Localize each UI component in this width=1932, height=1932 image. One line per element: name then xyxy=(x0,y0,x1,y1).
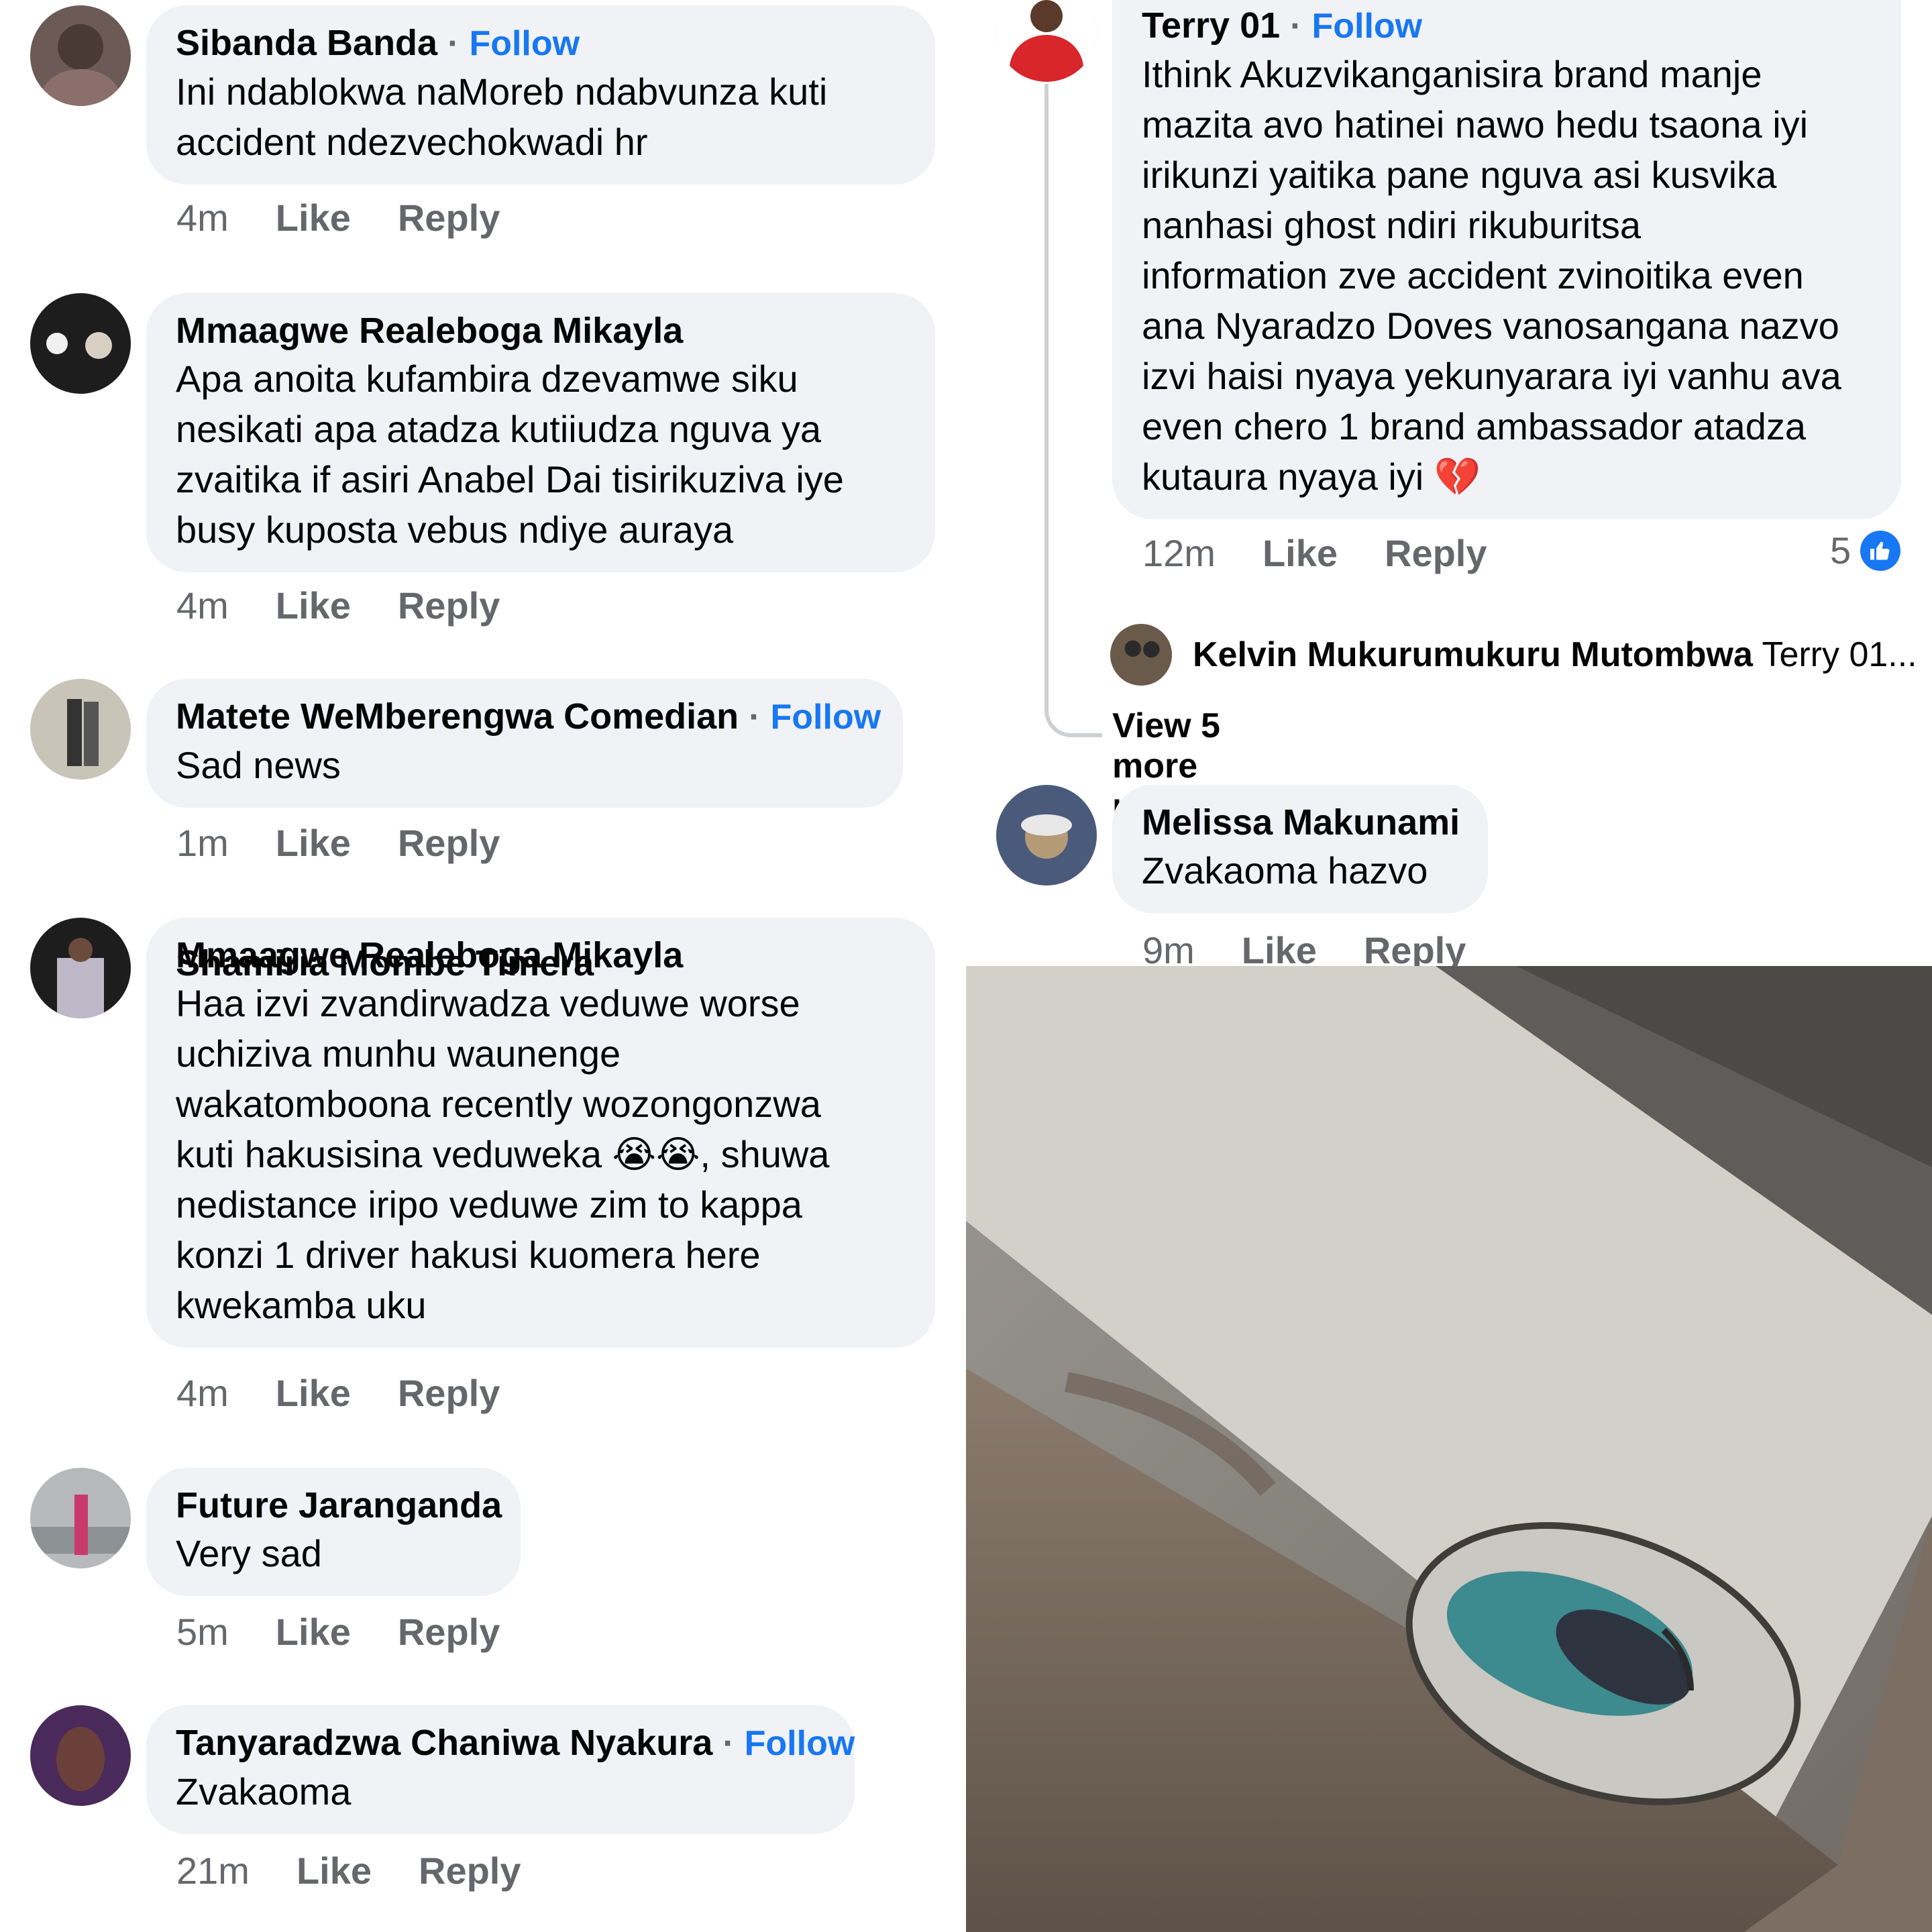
reply-button[interactable]: Reply xyxy=(398,584,500,627)
comment-actions: 4m Like Reply xyxy=(176,196,547,239)
author-name[interactable]: Tanyaradzwa Chaniwa Nyakura xyxy=(176,1723,712,1763)
comment-actions: 5m Like Reply xyxy=(176,1610,547,1654)
comment-text: Apa anoita kufambira dzevamwe siku nesik… xyxy=(176,358,844,551)
comment-text: Sad news xyxy=(176,744,341,786)
avatar[interactable] xyxy=(30,1705,131,1806)
avatar[interactable] xyxy=(30,1468,131,1568)
reply-preview-line: Kelvin Mukurumukuru Mutombwa Terry 01... xyxy=(1193,635,1917,675)
reaction-summary[interactable]: 5 xyxy=(1830,529,1901,572)
comment-actions: 4m Like Reply xyxy=(176,584,547,627)
comment-bubble: Matete WeMberengwa Comedian · Follow Sad… xyxy=(146,679,903,808)
comment-text: Ithink Akuzvikanganisira brand manje maz… xyxy=(1142,53,1841,498)
follow-button[interactable]: Follow xyxy=(771,698,881,737)
vehicle-badge-image xyxy=(966,966,1932,1932)
comment-bubble: Terry 01 · Follow Ithink Akuzvikanganisi… xyxy=(1112,0,1901,519)
timestamp[interactable]: 4m xyxy=(176,584,229,627)
reply-author-name[interactable]: Kelvin Mukurumukuru Mutombwa xyxy=(1193,635,1753,674)
avatar[interactable] xyxy=(30,918,131,1018)
separator-dot: · xyxy=(1290,7,1302,46)
timestamp[interactable]: 4m xyxy=(176,197,229,239)
avatar[interactable] xyxy=(996,785,1097,885)
like-button[interactable]: Like xyxy=(276,822,351,864)
like-button[interactable]: Like xyxy=(1242,929,1317,971)
reply-button[interactable]: Reply xyxy=(398,197,500,239)
comment-bubble: Tanyaradzwa Chaniwa Nyakura · Follow Zva… xyxy=(146,1705,855,1834)
comment-text: Haa izvi zvandirwadza veduwe worse uchiz… xyxy=(176,982,830,1326)
comment-text: Zvakaoma xyxy=(176,1770,352,1813)
like-button[interactable]: Like xyxy=(276,1372,351,1414)
author-name[interactable]: Future Jaranganda xyxy=(176,1483,502,1528)
reply-snippet: Terry 01... xyxy=(1762,635,1917,674)
author-name[interactable]: Melissa Makunami xyxy=(1142,800,1460,845)
comment-text: Very sad xyxy=(176,1532,322,1574)
reply-button[interactable]: Reply xyxy=(398,822,500,864)
avatar[interactable] xyxy=(1110,624,1172,686)
avatar[interactable] xyxy=(30,5,131,106)
comment-text: Zvakaoma hazvo xyxy=(1142,849,1428,892)
author-name[interactable]: Mmaagwe Realeboga Mikayla xyxy=(176,308,906,354)
like-thumb-icon xyxy=(1860,530,1901,571)
timestamp[interactable]: 21m xyxy=(176,1849,250,1892)
reply-button[interactable]: Reply xyxy=(419,1849,521,1892)
timestamp[interactable]: 5m xyxy=(176,1611,229,1653)
follow-button[interactable]: Follow xyxy=(745,1724,855,1763)
author-name[interactable]: Terry 01 xyxy=(1142,5,1280,46)
avatar[interactable] xyxy=(30,679,131,780)
like-button[interactable]: Like xyxy=(276,1611,351,1653)
separator-dot: · xyxy=(722,1724,735,1763)
like-button[interactable]: Like xyxy=(297,1849,372,1892)
reaction-count: 5 xyxy=(1830,529,1851,572)
comment-bubble: Sibanda Banda · Follow Ini ndablokwa naM… xyxy=(146,5,935,184)
comment-text: Ini ndablokwa naMoreb ndabvunza kuti acc… xyxy=(176,70,828,163)
comment-bubble: Melissa Makunami Zvakaoma hazvo xyxy=(1112,785,1488,913)
reply-button[interactable]: Reply xyxy=(1364,929,1466,971)
follow-button[interactable]: Follow xyxy=(1312,7,1423,46)
timestamp[interactable]: 9m xyxy=(1142,929,1195,971)
like-button[interactable]: Like xyxy=(1263,532,1338,574)
avatar[interactable] xyxy=(996,0,1097,82)
reply-button[interactable]: Reply xyxy=(398,1611,500,1653)
reply-button[interactable]: Reply xyxy=(1385,532,1487,574)
like-button[interactable]: Like xyxy=(276,584,351,627)
author-name-overlap: Shamiria Mombe Timera xyxy=(176,943,594,983)
follow-button[interactable]: Follow xyxy=(469,24,580,63)
like-button[interactable]: Like xyxy=(276,197,351,239)
avatar[interactable] xyxy=(30,293,131,394)
author-name[interactable]: Matete WeMberengwa Comedian xyxy=(176,696,739,737)
vehicle-badge-photo xyxy=(966,966,1932,1932)
comment-actions: 21m Like Reply xyxy=(176,1849,568,1892)
separator-dot: · xyxy=(749,698,761,737)
comment-bubble: Mmaagwe Realeboga Mikayla Apa anoita kuf… xyxy=(146,293,935,572)
timestamp[interactable]: 12m xyxy=(1142,532,1216,574)
separator-dot: · xyxy=(447,24,460,63)
author-name[interactable]: Sibanda Banda xyxy=(176,23,437,63)
comment-bubble: Future Jaranganda Very sad xyxy=(146,1468,521,1596)
reply-button[interactable]: Reply xyxy=(398,1372,500,1414)
timestamp[interactable]: 4m xyxy=(176,1372,229,1414)
reply-thread-line xyxy=(1044,84,1102,737)
comment-actions: 4m Like Reply xyxy=(176,1371,547,1415)
comment-actions: 1m Like Reply xyxy=(176,821,547,865)
timestamp[interactable]: 1m xyxy=(176,822,229,864)
comment-actions: 12m Like Reply xyxy=(1142,531,1534,575)
comment-bubble: Mmaagwe Realeboga Mikayla Shamiria Mombe… xyxy=(146,918,935,1348)
